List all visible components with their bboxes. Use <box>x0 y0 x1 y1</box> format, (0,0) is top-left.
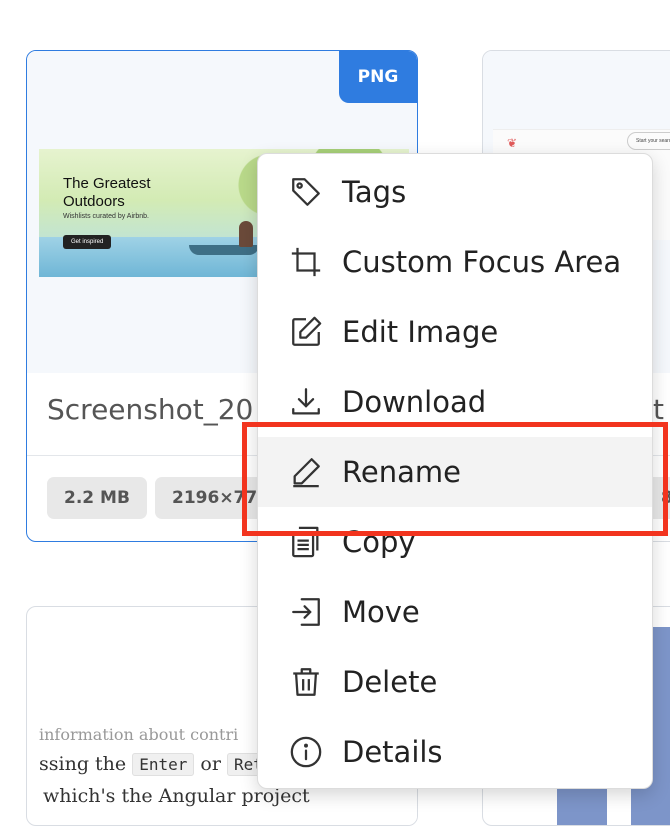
tag-icon <box>288 174 324 210</box>
crop-icon <box>288 244 324 280</box>
thumbnail-person <box>239 221 253 247</box>
doc-code: Enter <box>132 753 195 776</box>
menu-item-label: Move <box>342 595 420 629</box>
move-icon <box>288 594 324 630</box>
doc-text: or <box>200 753 221 775</box>
thumbnail-title: The Greatest Outdoors <box>63 175 151 210</box>
doc-line: ssing the Enter or Ret <box>39 753 270 776</box>
download-icon <box>288 384 324 420</box>
copy-icon <box>288 524 324 560</box>
doc-text: ssing the <box>39 753 127 775</box>
menu-item-copy[interactable]: Copy <box>258 507 652 577</box>
edit-image-icon <box>288 314 324 350</box>
menu-item-label: Details <box>342 735 443 769</box>
menu-item-download[interactable]: Download <box>258 367 652 437</box>
trash-icon <box>288 664 324 700</box>
menu-item-delete[interactable]: Delete <box>258 647 652 717</box>
file-name[interactable]: t <box>653 393 664 426</box>
thumbnail-subtitle: Wishlists curated by Airbnb. <box>63 213 149 220</box>
menu-item-label: Download <box>342 385 487 419</box>
thumbnail-cta: Get inspired <box>63 235 112 249</box>
menu-item-label: Edit Image <box>342 315 499 349</box>
menu-item-custom-focus-area[interactable]: Custom Focus Area <box>258 227 652 297</box>
menu-item-edit-image[interactable]: Edit Image <box>258 297 652 367</box>
airbnb-logo-icon: ❦ <box>507 136 518 150</box>
menu-item-details[interactable]: Details <box>258 717 652 787</box>
file-size-chip: 2.2 MB <box>47 477 147 519</box>
info-icon <box>288 734 324 770</box>
menu-item-tags[interactable]: Tags <box>258 157 652 227</box>
menu-item-label: Rename <box>342 455 461 489</box>
context-menu: Tags Custom Focus Area Edit Image Downlo… <box>257 153 653 789</box>
menu-item-rename[interactable]: Rename <box>258 437 652 507</box>
menu-item-label: Tags <box>342 175 407 209</box>
pencil-icon <box>288 454 324 490</box>
menu-item-label: Delete <box>342 665 438 699</box>
file-type-badge: PNG <box>339 51 417 103</box>
thumbnail-search: Start your search <box>627 132 670 150</box>
menu-item-label: Custom Focus Area <box>342 245 622 279</box>
file-name[interactable]: Screenshot_20 <box>47 393 253 426</box>
menu-item-move[interactable]: Move <box>258 577 652 647</box>
doc-line: information about contri <box>39 725 239 744</box>
menu-item-label: Copy <box>342 525 416 559</box>
